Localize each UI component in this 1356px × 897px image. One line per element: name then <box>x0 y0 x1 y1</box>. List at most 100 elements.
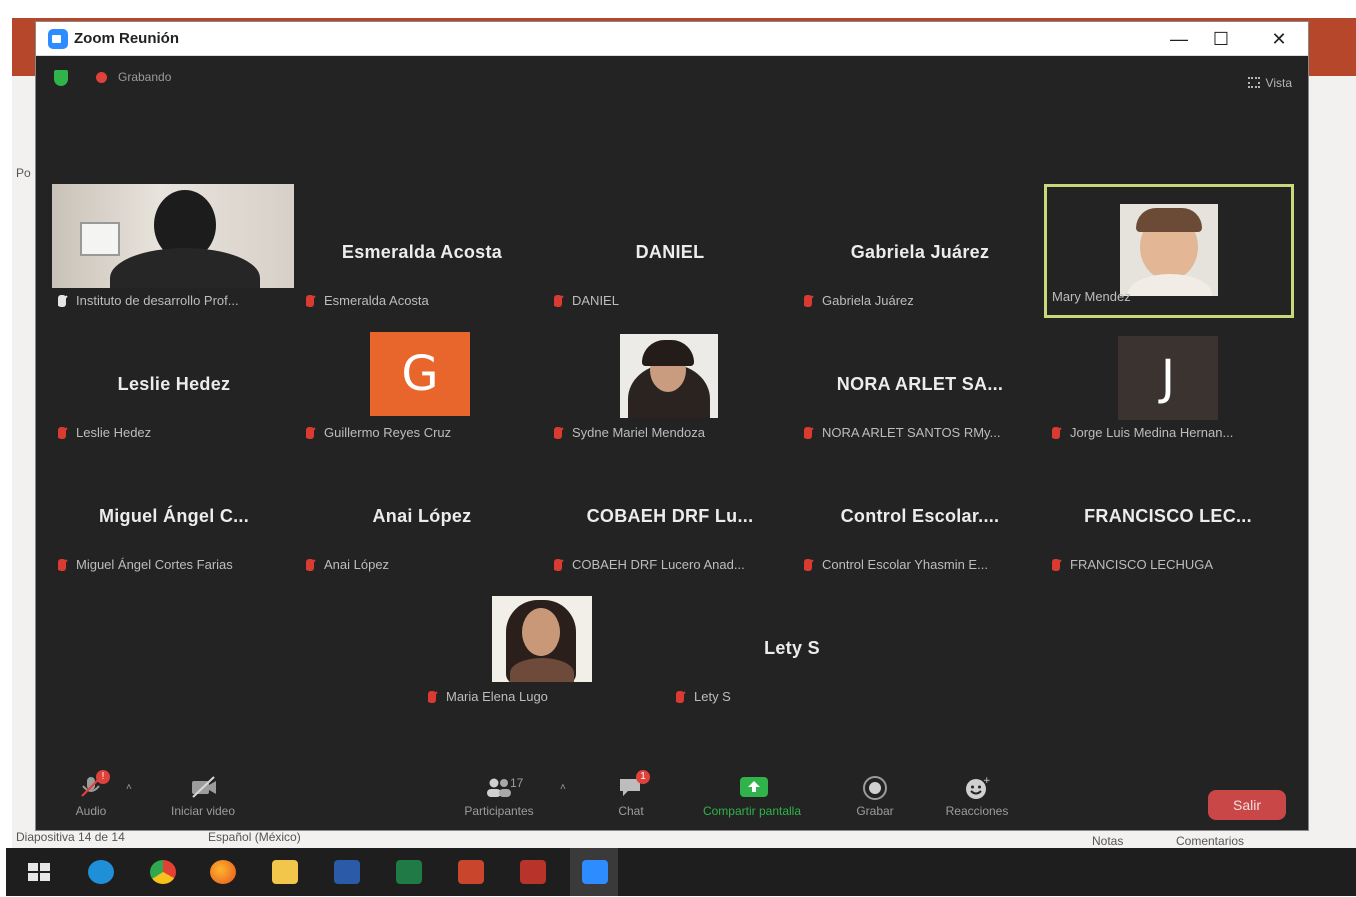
participant-tile[interactable]: Miguel Ángel C... Miguel Ángel Cortes Fa… <box>50 446 298 576</box>
notes-button[interactable]: Notas <box>1092 834 1123 848</box>
participant-tile[interactable]: NORA ARLET SA... NORA ARLET SANTOS RMy..… <box>796 314 1044 444</box>
powerpoint-app-icon[interactable] <box>458 860 484 884</box>
zoom-meeting-window: Zoom Reunión — ☐ ✕ Grabando Vista Instit… <box>36 22 1308 830</box>
firefox-browser-icon[interactable] <box>210 860 236 884</box>
powerpoint-statusbar: Diapositiva 14 de 14 Español (México) No… <box>12 830 1356 848</box>
slide-status: Diapositiva 14 de 14 <box>16 830 125 844</box>
mic-muted-icon <box>306 295 314 307</box>
video-off-icon <box>190 776 216 798</box>
recording-label: Grabando <box>118 70 172 84</box>
participant-tile[interactable]: DANIEL DANIEL <box>546 182 794 312</box>
participant-display-name: Gabriela Juárez <box>850 242 990 262</box>
windows-start-icon[interactable] <box>26 860 52 884</box>
mic-muted-icon <box>428 691 436 703</box>
mic-muted-icon <box>554 559 562 571</box>
edge-browser-icon[interactable] <box>88 860 114 884</box>
participants-icon: 17 <box>474 776 524 798</box>
participant-tile[interactable]: Esmeralda Acosta Esmeralda Acosta <box>298 182 546 312</box>
participant-name-label: Anai López <box>306 557 389 572</box>
participant-video <box>1120 204 1218 296</box>
acrobat-reader-icon[interactable] <box>520 860 546 884</box>
participant-name-label: Instituto de desarrollo Prof... <box>58 293 239 308</box>
participant-video <box>492 596 592 682</box>
mic-muted-icon <box>804 559 812 571</box>
participant-display-name: COBAEH DRF Lu... <box>586 506 754 526</box>
share-screen-button[interactable]: Compartir pantalla <box>696 776 808 818</box>
mic-muted-icon <box>1052 427 1060 439</box>
view-label: Vista <box>1265 76 1292 90</box>
participant-name-label: Sydne Mariel Mendoza <box>554 425 705 440</box>
participants-options-caret-icon[interactable]: ˄ <box>560 782 566 793</box>
close-button[interactable]: ✕ <box>1266 28 1292 50</box>
zoom-logo-icon <box>48 29 68 49</box>
screen: Po Zoom Reunión — ☐ ✕ Grabando Vista Ins… <box>0 0 1356 897</box>
mic-muted-icon <box>804 427 812 439</box>
word-app-icon[interactable] <box>334 860 360 884</box>
participant-name-label: FRANCISCO LECHUGA <box>1052 557 1213 572</box>
zoom-app-icon[interactable] <box>582 860 608 884</box>
participant-display-name: Leslie Hedez <box>117 374 231 394</box>
record-label: Grabar <box>856 804 894 818</box>
view-button[interactable]: Vista <box>1247 76 1292 90</box>
participant-tile[interactable]: COBAEH DRF Lu... COBAEH DRF Lucero Anad.… <box>546 446 794 576</box>
participant-name-label: Lety S <box>676 689 731 704</box>
recording-dot-icon <box>96 72 107 83</box>
participant-tile[interactable]: Instituto de desarrollo Prof... <box>50 182 298 312</box>
share-screen-icon <box>739 776 768 798</box>
participant-tile-active-speaker[interactable]: Mary Mendez <box>1044 182 1294 318</box>
participant-tile[interactable]: Maria Elena Lugo <box>420 578 668 708</box>
participant-tile[interactable]: Lety S Lety S <box>668 578 916 708</box>
mic-muted-icon <box>676 691 684 703</box>
participant-avatar: G <box>370 332 470 416</box>
participant-tile[interactable]: Leslie Hedez Leslie Hedez <box>50 314 298 444</box>
chat-unread-badge: 1 <box>636 770 650 784</box>
mic-muted-icon <box>58 427 66 439</box>
comments-button[interactable]: Comentarios <box>1176 834 1244 848</box>
participant-tile[interactable]: J Jorge Luis Medina Hernan... <box>1044 314 1292 444</box>
microphone-muted-icon: ! <box>78 770 110 798</box>
file-explorer-icon[interactable] <box>272 860 298 884</box>
video-label: Iniciar video <box>170 804 236 818</box>
record-button[interactable]: Grabar <box>820 776 930 818</box>
leave-meeting-button[interactable]: Salir <box>1208 790 1286 820</box>
maximize-button[interactable]: ☐ <box>1208 28 1234 50</box>
chrome-browser-icon[interactable] <box>150 860 176 884</box>
participant-name-label: Esmeralda Acosta <box>306 293 429 308</box>
minimize-button[interactable]: — <box>1166 28 1192 50</box>
participant-name-label: Mary Mendez <box>1052 289 1131 304</box>
participant-tile[interactable]: Gabriela Juárez Gabriela Juárez <box>796 182 1044 312</box>
audio-options-caret-icon[interactable]: ˄ <box>126 782 132 793</box>
mic-muted-icon <box>306 559 314 571</box>
participant-name-label: NORA ARLET SANTOS RMy... <box>804 425 1000 440</box>
participants-button[interactable]: 17 Participantes <box>444 776 554 818</box>
participant-display-name: FRANCISCO LEC... <box>1084 506 1252 526</box>
mic-muted-icon <box>306 427 314 439</box>
titlebar: Zoom Reunión — ☐ ✕ <box>36 22 1308 56</box>
participant-tile[interactable]: Anai López Anai López <box>298 446 546 576</box>
chat-icon: 1 <box>618 770 650 798</box>
language-status[interactable]: Español (México) <box>208 830 301 844</box>
participant-display-name: DANIEL <box>635 242 705 262</box>
window-title: Zoom Reunión <box>74 30 179 47</box>
share-screen-label: Compartir pantalla <box>702 804 802 818</box>
grid-view-icon <box>1247 77 1260 88</box>
security-shield-icon[interactable] <box>54 70 68 86</box>
start-video-button[interactable]: Iniciar video <box>148 776 258 818</box>
participant-tile[interactable]: FRANCISCO LEC... FRANCISCO LECHUGA <box>1044 446 1292 576</box>
chat-button[interactable]: 1 Chat <box>576 770 686 818</box>
meeting-controls-bar: ! Audio ˄ Iniciar video 17 Participantes… <box>36 770 1308 830</box>
excel-app-icon[interactable] <box>396 860 422 884</box>
participant-name-label: Control Escolar Yhasmin E... <box>804 557 988 572</box>
mic-muted-icon <box>1052 559 1060 571</box>
participant-name-label: Gabriela Juárez <box>804 293 914 308</box>
participant-name-label: DANIEL <box>554 293 619 308</box>
record-icon <box>862 776 888 800</box>
reactions-label: Reacciones <box>945 804 1009 818</box>
ppt-side-label: Po <box>16 166 31 180</box>
participant-tile[interactable]: Sydne Mariel Mendoza <box>546 314 794 444</box>
svg-text:+: + <box>983 776 990 786</box>
reactions-button[interactable]: + Reacciones <box>922 776 1032 818</box>
participant-tile[interactable]: Control Escolar.... Control Escolar Yhas… <box>796 446 1044 576</box>
participant-tile[interactable]: G Guillermo Reyes Cruz <box>298 314 546 444</box>
participant-display-name: Lety S <box>764 638 820 658</box>
